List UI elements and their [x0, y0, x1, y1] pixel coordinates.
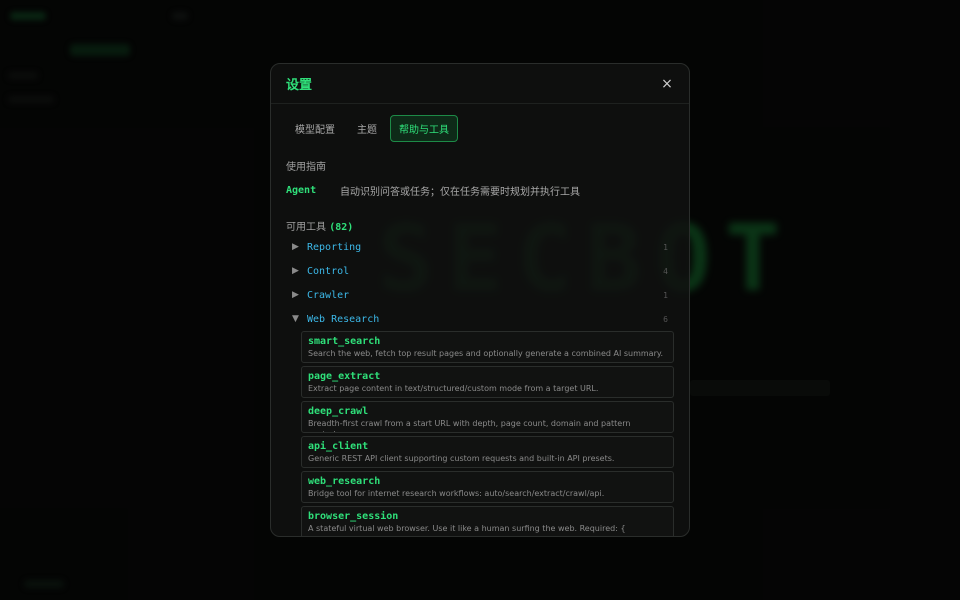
tools-heading: 可用工具 (82) — [286, 218, 674, 233]
category-name: Control — [307, 265, 350, 277]
tool-name: web_research — [308, 476, 381, 487]
tool-card-browser-session[interactable]: browser_session A stateful virtual web b… — [301, 506, 674, 536]
category-control[interactable]: ▶ Control 4 — [286, 259, 674, 283]
tool-description: Generic REST API client supporting custo… — [308, 454, 615, 463]
tool-name: browser_session — [308, 511, 399, 522]
tool-name: page_extract — [308, 371, 381, 382]
triangle-right-icon: ▶ — [292, 290, 299, 300]
tool-description: Bridge tool for internet research workfl… — [308, 489, 605, 498]
tool-description: Extract page content in text/structured/… — [308, 384, 599, 393]
guide-row: Agent 自动识别问答或任务；仅在任务需要时规划并执行工具 — [286, 183, 674, 198]
category-crawler[interactable]: ▶ Crawler 1 — [286, 283, 674, 307]
category-name: Reporting — [307, 241, 362, 253]
tool-card-api-client[interactable]: api_client Generic REST API client suppo… — [301, 436, 674, 468]
tab-model-config[interactable]: 模型配置 — [286, 115, 344, 142]
tool-card-web-research[interactable]: web_research Bridge tool for internet re… — [301, 471, 674, 503]
tool-description: A stateful virtual web browser. Use it l… — [308, 524, 663, 536]
tool-categories: ▶ Reporting 1 ▶ Control 4 ▶ Crawler 1 ▼ … — [286, 235, 674, 536]
triangle-right-icon: ▶ — [292, 266, 299, 276]
tool-card-smart-search[interactable]: smart_search Search the web, fetch top r… — [301, 331, 674, 363]
tool-card-deep-crawl[interactable]: deep_crawl Breadth-first crawl from a st… — [301, 401, 674, 433]
category-count: 1 — [663, 242, 668, 252]
tool-description: Breadth-first crawl from a start URL wit… — [308, 419, 631, 432]
agent-description: 自动识别问答或任务；仅在任务需要时规划并执行工具 — [340, 187, 580, 198]
close-icon[interactable]: × — [660, 76, 674, 92]
settings-tabs: 模型配置 主题 帮助与工具 — [271, 104, 689, 144]
modal-header: 设置 × — [271, 64, 689, 104]
triangle-right-icon: ▶ — [292, 242, 299, 252]
guide-label: 使用指南 — [286, 162, 326, 173]
tool-list: smart_search Search the web, fetch top r… — [301, 331, 674, 536]
modal-content: 使用指南 Agent 自动识别问答或任务；仅在任务需要时规划并执行工具 可用工具… — [271, 144, 689, 536]
category-reporting[interactable]: ▶ Reporting 1 — [286, 235, 674, 259]
tool-name: deep_crawl — [308, 406, 369, 417]
tool-description: Search the web, fetch top result pages a… — [308, 349, 664, 358]
agent-tag: Agent — [286, 185, 317, 196]
category-name: Web Research — [307, 313, 380, 325]
category-count: 4 — [663, 266, 668, 276]
category-name: Crawler — [307, 289, 350, 301]
category-count: 1 — [663, 290, 668, 300]
triangle-down-icon: ▼ — [292, 314, 299, 324]
tool-name: api_client — [308, 441, 369, 452]
tool-card-page-extract[interactable]: page_extract Extract page content in tex… — [301, 366, 674, 398]
settings-modal: 设置 × 模型配置 主题 帮助与工具 使用指南 Agent 自动识别问答或任务；… — [270, 63, 690, 537]
tool-name: smart_search — [308, 336, 381, 347]
tab-theme[interactable]: 主题 — [348, 115, 386, 142]
category-count: 6 — [663, 314, 668, 324]
category-web-research[interactable]: ▼ Web Research 6 — [286, 307, 674, 331]
tab-help-tools[interactable]: 帮助与工具 — [390, 114, 458, 142]
tools-label: 可用工具 — [286, 222, 326, 233]
modal-title: 设置 — [286, 78, 313, 93]
tools-count: (82) — [329, 222, 354, 233]
